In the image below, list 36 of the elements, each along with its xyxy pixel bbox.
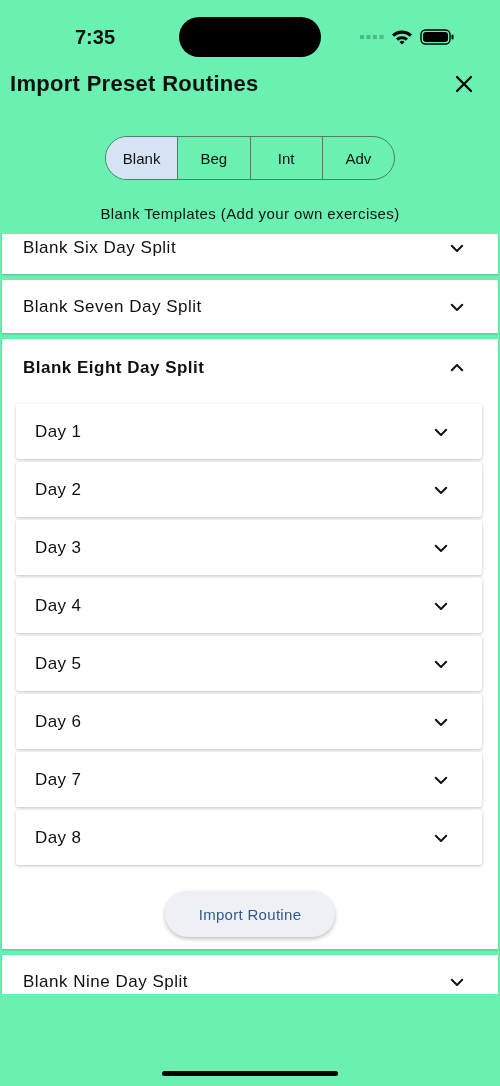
close-icon[interactable] bbox=[454, 74, 474, 94]
day-row[interactable]: Day 2 bbox=[16, 462, 482, 517]
routine-name: Blank Eight Day Split bbox=[23, 357, 205, 378]
status-time: 7:35 bbox=[74, 25, 116, 49]
day-label: Day 5 bbox=[35, 653, 82, 674]
templates-caption: Blank Templates (Add your own exercises) bbox=[99, 204, 401, 224]
battery-icon bbox=[420, 29, 454, 45]
segment-tab[interactable]: Beg bbox=[177, 137, 250, 179]
segment-tab[interactable]: Int bbox=[249, 137, 322, 179]
signal-icon bbox=[360, 35, 384, 39]
routine-header[interactable]: Blank Six Day Split bbox=[2, 234, 498, 274]
day-row[interactable]: Day 6 bbox=[16, 694, 482, 749]
day-label: Day 1 bbox=[35, 421, 82, 442]
day-row[interactable]: Day 3 bbox=[16, 520, 482, 575]
day-label: Day 2 bbox=[35, 479, 82, 500]
import-routine-button[interactable]: Import Routine bbox=[165, 891, 335, 937]
routine-name: Blank Six Day Split bbox=[23, 237, 177, 258]
routine-name: Blank Nine Day Split bbox=[23, 971, 188, 992]
routine-header[interactable]: Blank Nine Day Split bbox=[2, 955, 498, 994]
segment-tab[interactable]: Adv bbox=[321, 137, 394, 179]
day-label: Day 3 bbox=[35, 537, 82, 558]
routine-header[interactable]: Blank Eight Day Split bbox=[2, 339, 498, 396]
routine-header[interactable]: Blank Seven Day Split bbox=[2, 280, 498, 333]
day-row[interactable]: Day 8 bbox=[16, 810, 482, 865]
day-row[interactable]: Day 5 bbox=[16, 636, 482, 691]
segment-tab[interactable]: Blank bbox=[106, 137, 178, 179]
day-label: Day 8 bbox=[35, 827, 82, 848]
day-label: Day 4 bbox=[35, 595, 82, 616]
wifi-icon bbox=[391, 29, 413, 45]
day-row[interactable]: Day 1 bbox=[16, 404, 482, 459]
day-row[interactable]: Day 7 bbox=[16, 752, 482, 807]
routine-name: Blank Seven Day Split bbox=[23, 296, 202, 317]
day-row[interactable]: Day 4 bbox=[16, 578, 482, 633]
day-label: Day 7 bbox=[35, 769, 82, 790]
day-label: Day 6 bbox=[35, 711, 82, 732]
screen-title: Import Preset Routines bbox=[10, 71, 259, 97]
